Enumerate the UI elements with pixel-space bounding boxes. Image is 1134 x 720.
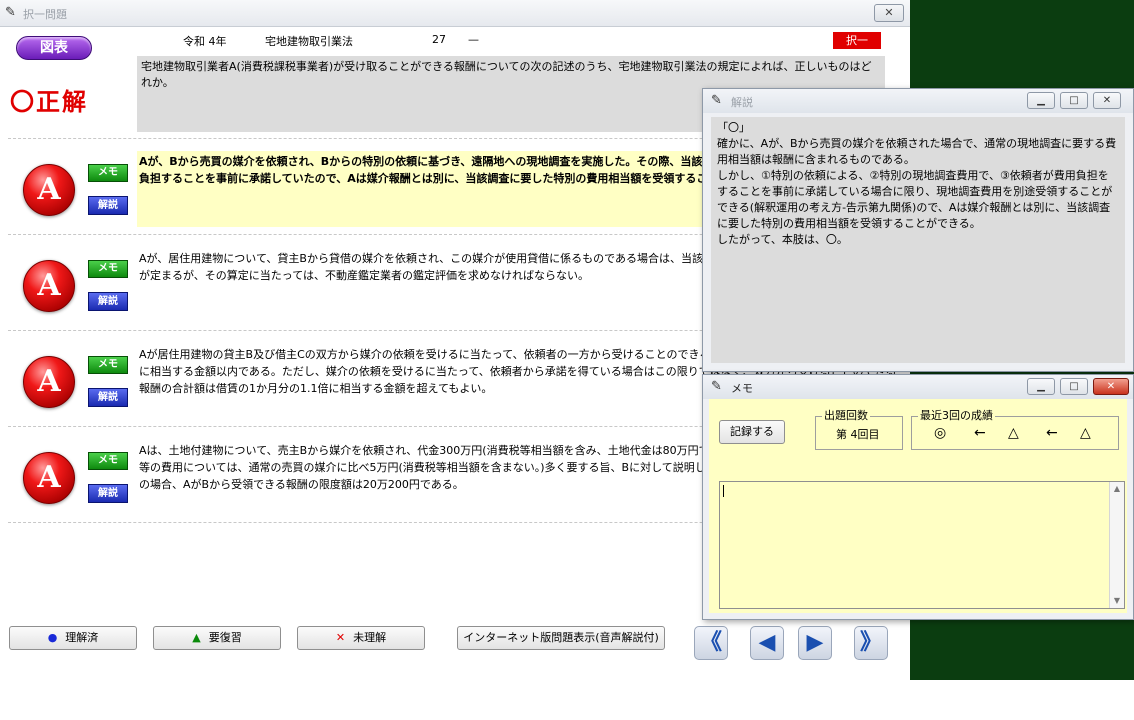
prev-icon[interactable]: ◀ — [750, 626, 784, 660]
kaisetsu-line: 「〇」 — [717, 121, 750, 134]
triangle-icon: ▲ — [192, 631, 201, 644]
maximize-icon[interactable]: □ — [1060, 92, 1088, 109]
understood-button[interactable]: ● 理解済 — [9, 626, 137, 650]
close-icon[interactable]: ✕ — [1093, 378, 1129, 395]
answer-badge[interactable]: A — [23, 452, 75, 504]
app-icon: ✎ — [5, 5, 16, 20]
question-type-tag: 択一 — [833, 32, 881, 49]
first-icon[interactable]: 《 — [694, 626, 728, 660]
kaisetsu-window: ✎ 解説 ▁ □ ✕ 「〇」 確かに、Aが、Bから売買の媒介を依頼された場合で、… — [702, 88, 1134, 372]
count-group: 出題回数 第 4回目 — [815, 409, 903, 450]
kaisetsu-text: 「〇」 確かに、Aが、Bから売買の媒介を依頼された場合で、通常の現地調査に要する… — [711, 117, 1125, 363]
kaisetsu-titlebar: ✎ 解説 ▁ □ ✕ — [703, 89, 1133, 113]
zuhyo-button[interactable]: 図表 — [16, 36, 92, 60]
not-understood-label: 未理解 — [353, 631, 387, 644]
review-button[interactable]: ▲ 要復習 — [153, 626, 281, 650]
kaisetsu-line: 確かに、Aが、Bから売買の媒介を依頼された場合で、通常の現地調査に要する費用相当… — [717, 137, 1117, 166]
maximize-icon[interactable]: □ — [1060, 378, 1088, 395]
memo-button[interactable]: メモ — [88, 164, 128, 182]
exam-era: 令和 4年 — [183, 35, 227, 48]
main-titlebar: ✎ 択一問題 ✕ — [0, 0, 910, 27]
window-title: 択一問題 — [23, 8, 67, 21]
result-mark: △ — [1080, 425, 1091, 441]
question-number: 27 — [432, 33, 446, 46]
memo-panel: 記録する 出題回数 第 4回目 最近3回の成績 ◎ ← △ ← △ ▲ ▼ — [709, 399, 1127, 613]
kaisetsu-line: しかし、①特別の依頼による、②特別の現地調査費用で、③依頼者が費用負担をすること… — [717, 169, 1113, 230]
circle-icon: ● — [47, 631, 58, 644]
count-label: 出題回数 — [822, 409, 870, 423]
memo-window: ✎ メモ ▁ □ ✕ 記録する 出題回数 第 4回目 最近3回の成績 ◎ ← △… — [702, 374, 1134, 620]
memo-button[interactable]: メモ — [88, 452, 128, 470]
kaisetsu-button[interactable]: 解説 — [88, 484, 128, 503]
memo-title: メモ — [731, 382, 753, 395]
subject-label: 宅地建物取引業法 — [265, 35, 353, 48]
minimize-icon[interactable]: ▁ — [1027, 92, 1055, 109]
answer-badge[interactable]: A — [23, 356, 75, 408]
result-mark: ◎ — [934, 425, 947, 441]
minimize-icon[interactable]: ▁ — [1027, 378, 1055, 395]
scroll-down-icon[interactable]: ▼ — [1110, 594, 1124, 608]
app-icon: ✎ — [711, 93, 722, 108]
cross-icon: ✕ — [335, 631, 346, 644]
understood-label: 理解済 — [65, 631, 99, 644]
result-indicator: 〇正解 — [10, 88, 88, 116]
memo-button[interactable]: メモ — [88, 356, 128, 374]
count-value: 第 4回目 — [836, 428, 880, 441]
arrow-mark: ← — [974, 425, 986, 441]
number-dash: — — [468, 33, 479, 46]
arrow-mark: ← — [1046, 425, 1058, 441]
kaisetsu-button[interactable]: 解説 — [88, 292, 128, 311]
not-understood-button[interactable]: ✕ 未理解 — [297, 626, 425, 650]
next-icon[interactable]: ▶ — [798, 626, 832, 660]
internet-version-button[interactable]: インターネット版問題表示(音声解説付) — [457, 626, 665, 650]
memo-button[interactable]: メモ — [88, 260, 128, 278]
close-button[interactable]: ✕ — [874, 4, 904, 22]
result-mark: △ — [1008, 425, 1019, 441]
kaisetsu-button[interactable]: 解説 — [88, 196, 128, 215]
recent-label: 最近3回の成績 — [918, 409, 995, 423]
memo-textarea[interactable]: ▲ ▼ — [719, 481, 1125, 609]
answer-badge[interactable]: A — [23, 260, 75, 312]
review-label: 要復習 — [208, 631, 242, 644]
app-icon: ✎ — [711, 379, 722, 394]
answer-badge[interactable]: A — [23, 164, 75, 216]
last-icon[interactable]: 》 — [854, 626, 888, 660]
scroll-up-icon[interactable]: ▲ — [1110, 482, 1124, 496]
text-caret — [723, 485, 724, 497]
kaisetsu-button[interactable]: 解説 — [88, 388, 128, 407]
recent-results-group: 最近3回の成績 ◎ ← △ ← △ — [911, 409, 1119, 450]
close-icon[interactable]: ✕ — [1093, 92, 1121, 109]
kaisetsu-line: したがって、本肢は、〇。 — [717, 233, 848, 246]
kaisetsu-title: 解説 — [731, 96, 753, 109]
memo-titlebar: ✎ メモ ▁ □ ✕ — [703, 375, 1133, 399]
scrollbar[interactable]: ▲ ▼ — [1109, 482, 1124, 608]
record-button[interactable]: 記録する — [719, 420, 785, 444]
